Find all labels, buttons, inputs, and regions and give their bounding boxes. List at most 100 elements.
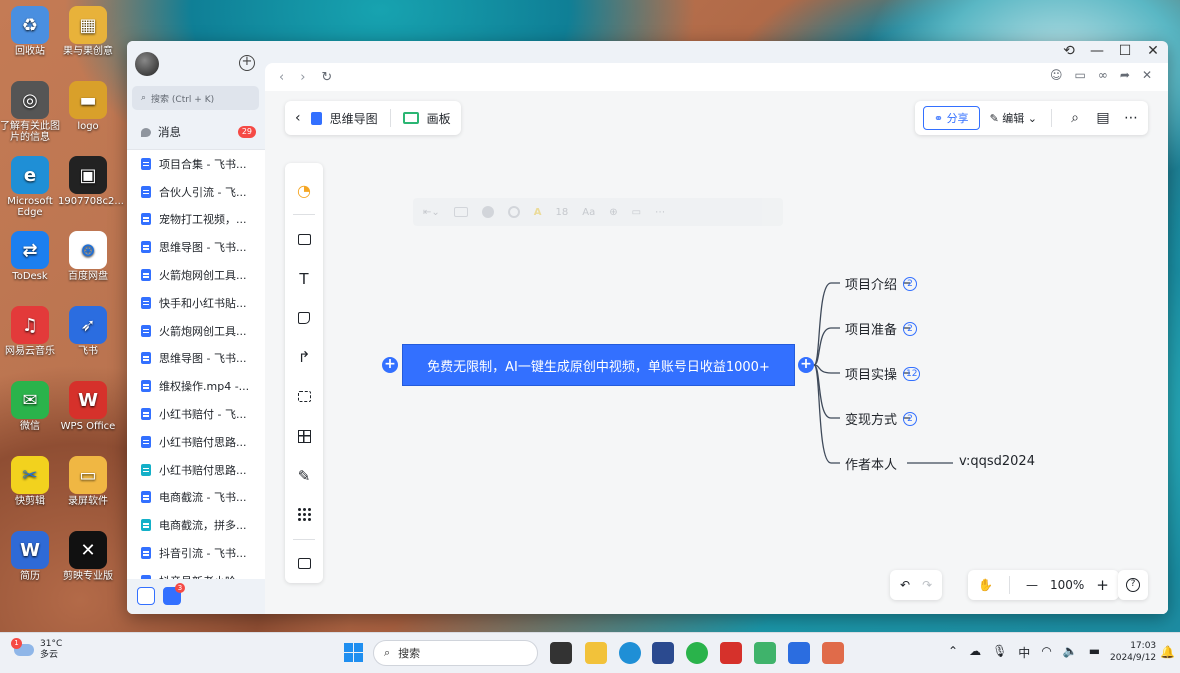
close-button[interactable]: ✕ xyxy=(1146,43,1160,59)
ime-indicator[interactable]: 中 xyxy=(1018,644,1030,661)
task-view-icon[interactable] xyxy=(550,642,572,664)
desktop-icon[interactable]: ▬ logo xyxy=(58,81,118,132)
list-item[interactable]: 宠物打工视频，... xyxy=(127,206,265,234)
list-item-title: 项目合集 - 飞书... xyxy=(159,157,247,171)
cloud-sync-icon[interactable]: ☁ xyxy=(969,644,981,661)
volume-icon[interactable]: 🔈 xyxy=(1063,644,1078,661)
history-icon[interactable]: ⟲ xyxy=(1062,43,1076,59)
recorder-icon[interactable] xyxy=(822,642,844,664)
whiteboard-canvas[interactable]: ‹ 思维导图 画板 ⚭ 分享 ✎ 编辑 ⌄ ⌕ ▤ ⋯ ◔ T ↱ ✎ ⇤⌄ A… xyxy=(265,91,1168,614)
feishu-app-icon[interactable] xyxy=(137,587,155,605)
list-item[interactable]: 小红书赔付思路... xyxy=(127,428,265,456)
desktop-icon[interactable]: e Microsoft Edge xyxy=(0,156,60,218)
list-item-title: 火箭炮网创工具... xyxy=(159,269,247,283)
edge-icon[interactable] xyxy=(619,642,641,664)
desktop-icon[interactable]: ⇄ ToDesk xyxy=(0,231,60,282)
search-input[interactable]: ⌕ 搜索 (Ctrl + K) xyxy=(132,86,259,110)
back-icon[interactable]: ‹ xyxy=(279,70,284,85)
avatar[interactable] xyxy=(135,52,159,76)
collapsed-count-badge[interactable]: 2 xyxy=(903,411,918,426)
zoom-in-button[interactable]: + xyxy=(1096,576,1109,594)
desktop-icon[interactable]: ▣ 1907708c2... xyxy=(58,156,124,207)
window-icon[interactable]: ▭ xyxy=(1075,68,1086,82)
app-icon: ✕ xyxy=(69,531,107,569)
desktop-icon[interactable]: ▭ 录屏软件 xyxy=(58,456,118,507)
weather-widget[interactable]: 1 31°C 多云 xyxy=(11,638,62,661)
list-item[interactable]: 快手和小红书貼... xyxy=(127,289,265,317)
desktop-icon[interactable]: ♻ 回收站 xyxy=(0,6,60,57)
contacts-icon[interactable]: 3 xyxy=(163,583,185,605)
list-item[interactable]: 电商截流 - 飞书... xyxy=(127,484,265,512)
list-item[interactable]: 合伙人引流 - 飞... xyxy=(127,178,265,206)
desktop-icon[interactable]: ✂ 快剪辑 xyxy=(0,456,60,507)
app-icon: ▬ xyxy=(69,81,107,119)
create-button[interactable]: + xyxy=(239,55,255,71)
clock[interactable]: 17:03 2024/9/12 xyxy=(1110,640,1156,664)
taskbar-search-label: 搜索 xyxy=(398,647,421,660)
wifi-icon[interactable]: ◠ xyxy=(1041,644,1051,661)
mindmap-child-node[interactable]: 项目准备 2 xyxy=(845,319,918,338)
desktop-icon[interactable]: ▦ 果与果创意 xyxy=(58,6,118,57)
start-button[interactable] xyxy=(344,643,363,662)
hand-tool-icon[interactable]: ✋ xyxy=(978,578,993,592)
zoom-out-button[interactable]: — xyxy=(1026,578,1038,592)
desktop-icon[interactable]: ➶ 飞书 xyxy=(58,306,118,357)
list-item[interactable]: 小红书赔付 - 飞... xyxy=(127,400,265,428)
screen-icon[interactable] xyxy=(754,642,776,664)
link-icon[interactable]: ∞ xyxy=(1098,68,1108,82)
list-item[interactable]: 维权操作.mp4 -... xyxy=(127,372,265,400)
desktop-icon[interactable]: ⊛ 百度网盘 xyxy=(58,231,118,282)
mindmap-child-node[interactable]: 作者本人 xyxy=(845,454,897,473)
desktop-icon[interactable]: ✕ 剪映专业版 xyxy=(58,531,118,582)
file-explorer-icon[interactable] xyxy=(585,642,607,664)
collapsed-count-badge[interactable]: 2 xyxy=(903,321,918,336)
mindmap-leaf-node[interactable]: v:qqsd2024 xyxy=(959,454,1035,469)
undo-icon[interactable]: ↶ xyxy=(900,578,910,592)
desktop-icon[interactable]: ♫ 网易云音乐 xyxy=(0,306,60,357)
add-child-button[interactable]: + xyxy=(798,357,814,373)
root-node[interactable]: 免费无限制，AI一键生成原创中视频，单账号日收益1000+ xyxy=(402,344,795,386)
list-item[interactable]: 抖音号新老小哈... xyxy=(127,567,265,579)
taskbar-search[interactable]: ⌕ 搜索 xyxy=(373,640,538,666)
store-icon[interactable] xyxy=(652,642,674,664)
list-item[interactable]: 抖音引流 - 飞书... xyxy=(127,539,265,567)
help-icon[interactable]: ? xyxy=(1126,578,1140,592)
list-item[interactable]: 项目合集 - 飞书... xyxy=(127,150,265,178)
list-item[interactable]: 小红书赔付思路... xyxy=(127,456,265,484)
comment-icon[interactable]: ☺ xyxy=(1050,68,1063,82)
desktop-icon[interactable]: W WPS Office xyxy=(58,381,118,432)
battery-icon[interactable]: ▬ xyxy=(1089,644,1100,661)
desktop-icon[interactable]: W 简历 xyxy=(0,531,60,582)
zoom-level[interactable]: 100% xyxy=(1050,578,1084,592)
wps-icon[interactable] xyxy=(720,642,742,664)
redo-icon[interactable]: ↷ xyxy=(922,578,932,592)
desktop-icon-label: 剪映专业版 xyxy=(63,571,113,582)
desktop-icon[interactable]: ✉ 微信 xyxy=(0,381,60,432)
list-item[interactable]: 思维导图 - 飞书... xyxy=(127,345,265,373)
mindmap-child-node[interactable]: 项目实操 12 xyxy=(845,364,921,383)
doc-icon xyxy=(141,324,151,337)
list-item[interactable]: 火箭炮网创工具... xyxy=(127,317,265,345)
reload-icon[interactable]: ↻ xyxy=(321,70,332,85)
mindmap-child-node[interactable]: 变现方式 2 xyxy=(845,409,918,428)
list-item[interactable]: 电商截流，拼多... xyxy=(127,511,265,539)
notification-bell-icon[interactable]: 🔔 xyxy=(1160,645,1175,659)
list-item[interactable]: 火箭炮网创工具... xyxy=(127,261,265,289)
feishu-taskbar-icon[interactable] xyxy=(788,642,810,664)
mic-icon[interactable]: 🎙 xyxy=(992,644,1007,661)
messages-item[interactable]: 消息 29 xyxy=(141,124,256,140)
forward-share-icon[interactable]: ➦ xyxy=(1120,68,1130,82)
forward-icon[interactable]: › xyxy=(300,70,305,85)
desktop-icon[interactable]: ◎ 了解有关此图片的信息 xyxy=(0,81,60,143)
close-tab-icon[interactable]: ✕ xyxy=(1142,68,1152,82)
collapsed-count-badge[interactable]: 2 xyxy=(903,276,918,291)
minimize-button[interactable]: — xyxy=(1090,43,1104,59)
maximize-button[interactable]: ☐ xyxy=(1118,43,1132,59)
collapsed-count-badge[interactable]: 12 xyxy=(903,366,921,381)
doc-icon xyxy=(141,519,151,532)
chevron-up-icon[interactable]: ⌃ xyxy=(948,644,958,661)
mindmap-child-node[interactable]: 项目介绍 2 xyxy=(845,274,918,293)
list-item[interactable]: 思维导图 - 飞书... xyxy=(127,233,265,261)
wechat-icon[interactable] xyxy=(686,642,708,664)
add-parent-button[interactable]: + xyxy=(382,357,398,373)
